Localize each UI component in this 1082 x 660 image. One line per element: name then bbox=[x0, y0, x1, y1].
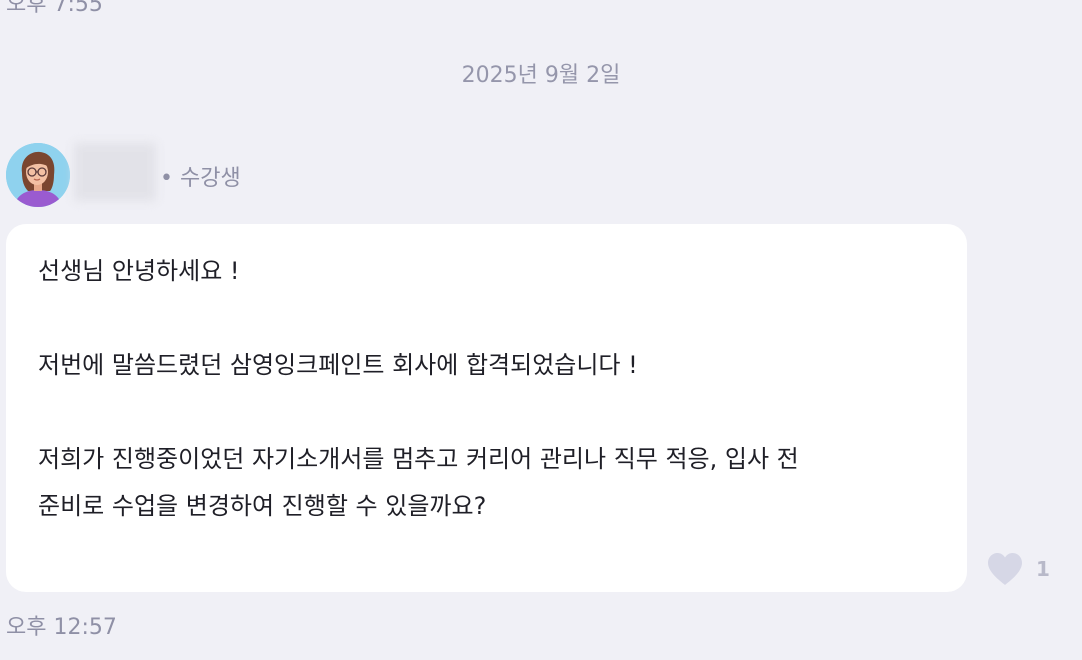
message-line: 저번에 말씀드렸던 삼영잉크페인트 회사에 합격되었습니다 ! bbox=[38, 351, 638, 379]
reaction-like-button[interactable]: 1 bbox=[986, 552, 1050, 586]
user-avatar-icon bbox=[6, 143, 70, 207]
message-line: 저희가 진행중이었던 자기소개서를 멈추고 커리어 관리나 직무 적응, 입사 … bbox=[38, 445, 799, 473]
sender-name-redacted bbox=[74, 143, 156, 201]
message-line bbox=[38, 389, 937, 436]
message-line: 선생님 안녕하세요 ! bbox=[38, 257, 240, 285]
date-divider: 2025년 9월 2일 bbox=[461, 63, 621, 88]
sender-role: • 수강생 bbox=[160, 166, 241, 191]
message-time: 오후 12:57 bbox=[6, 615, 117, 640]
sender-avatar[interactable] bbox=[6, 143, 70, 207]
message-bubble[interactable]: 선생님 안녕하세요 ! 저번에 말씀드렸던 삼영잉크페인트 회사에 합격되었습니… bbox=[6, 224, 967, 592]
previous-message-time: 오후 7:55 bbox=[6, 0, 103, 17]
reaction-count: 1 bbox=[1036, 557, 1050, 581]
heart-icon bbox=[986, 552, 1024, 586]
message-line: 준비로 수업을 변경하여 진행할 수 있을까요? bbox=[38, 492, 487, 520]
message-line bbox=[38, 295, 937, 342]
chat-window: 오후 7:55 2025년 9월 2일 • 수강생 선생님 안녕하세요 ! 저번… bbox=[0, 0, 1082, 660]
